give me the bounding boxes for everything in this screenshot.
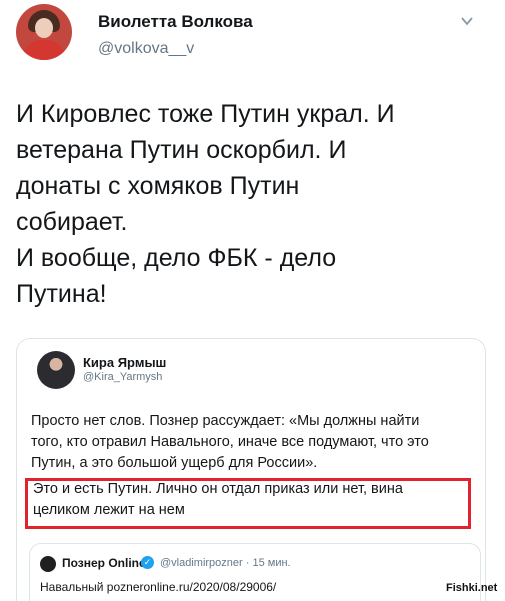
avatar-face-shape xyxy=(35,18,53,38)
inner-quoted-tweet: Познер Online ✓ @vladimirpozner · 15 мин… xyxy=(29,543,481,601)
author-handle[interactable]: @volkova__v xyxy=(98,40,194,58)
chevron-down-icon[interactable] xyxy=(460,14,474,28)
inner-quote-avatar xyxy=(40,556,56,572)
author-avatar[interactable] xyxy=(16,4,72,60)
author-name[interactable]: Виолетта Волкова xyxy=(98,12,253,32)
highlighted-text-line: целиком лежит на нем xyxy=(33,502,185,518)
inner-quote-link: Навальный pozneronline.ru/2020/08/29006/ xyxy=(40,580,277,594)
tweet-text: И Кировлес тоже Путин украл. И ветерана … xyxy=(16,96,496,312)
quoted-tweet-image[interactable]: Кира Ярмыш @Kira_Yarmysh Просто нет слов… xyxy=(16,338,486,601)
watermark: Fishki.net xyxy=(446,582,498,594)
tweet-line: И Кировлес тоже Путин украл. И xyxy=(16,100,395,128)
tweet-line: Путина! xyxy=(16,280,107,308)
quoted-text-line: того, кто отравил Навального, иначе все … xyxy=(31,434,429,450)
quoted-author-handle: @Kira_Yarmysh xyxy=(83,371,163,383)
quoted-text-line: Просто нет слов. Познер рассуждает: «Мы … xyxy=(31,413,420,429)
verified-icon: ✓ xyxy=(141,556,154,569)
quoted-text: Просто нет слов. Познер рассуждает: «Мы … xyxy=(31,411,483,474)
inner-quote-name: Познер Online xyxy=(62,556,146,570)
avatar-body-shape xyxy=(22,40,66,60)
quoted-text-line: Путин, а это большой ущерб для России». xyxy=(31,455,318,471)
quoted-author-avatar xyxy=(37,351,75,389)
tweet-line: И вообще, дело ФБК - дело xyxy=(16,244,337,272)
highlighted-text: Это и есть Путин. Лично он отдал приказ … xyxy=(31,479,477,529)
tweet-line: донаты с хомяков Путин xyxy=(16,172,300,200)
quoted-author-name: Кира Ярмыш xyxy=(83,355,167,370)
tweet-line: ветерана Путин оскорбил. И xyxy=(16,136,347,164)
tweet-line: собирает. xyxy=(16,208,128,236)
highlighted-text-line: Это и есть Путин. Лично он отдал приказ … xyxy=(33,481,403,497)
inner-quote-meta: @vladimirpozner · 15 мин. xyxy=(160,557,291,569)
